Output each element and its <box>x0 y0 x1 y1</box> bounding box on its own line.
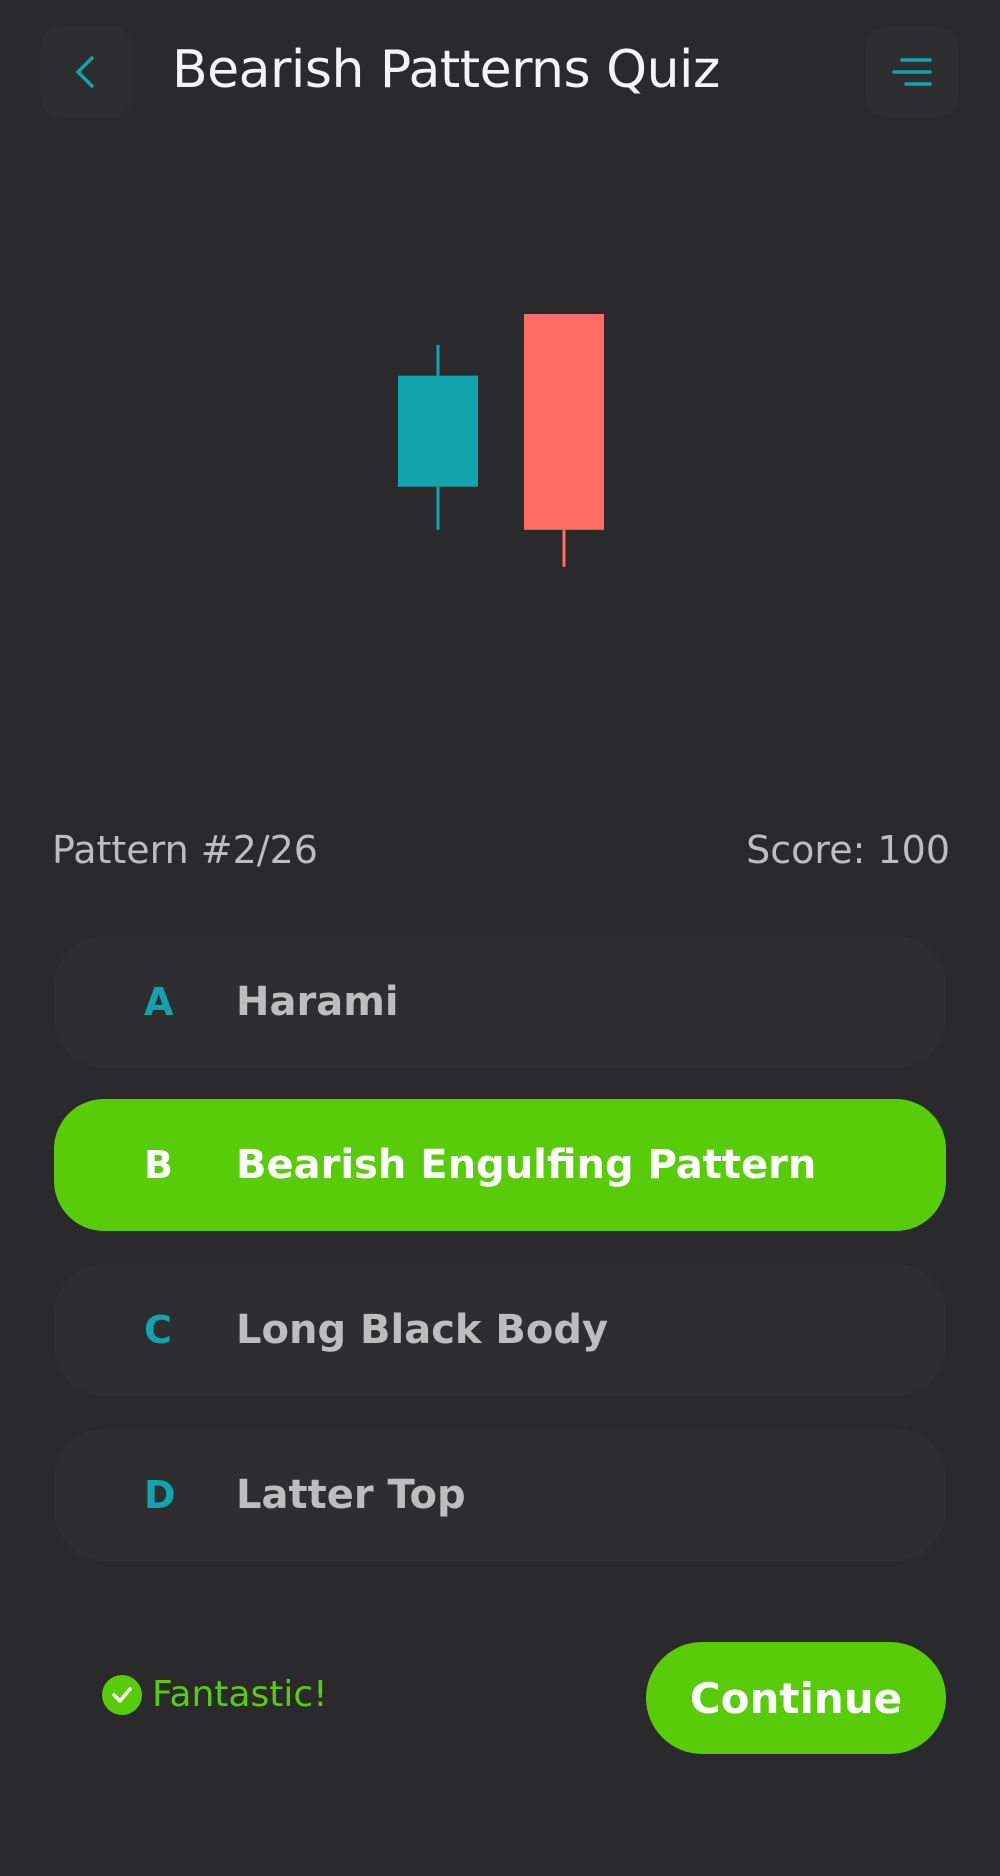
pattern-chart <box>0 150 1000 800</box>
option-letter: C <box>144 1308 172 1352</box>
continue-button[interactable]: Continue <box>646 1642 946 1754</box>
check-circle-icon <box>102 1674 142 1715</box>
score-label: Score: 100 <box>746 828 950 872</box>
top-bar: Bearish Patterns Quiz <box>0 0 1000 150</box>
option-text: Harami <box>236 979 399 1025</box>
feedback-text: Fantastic! <box>152 1674 328 1715</box>
option-letter: A <box>144 980 174 1024</box>
page-title: Bearish Patterns Quiz <box>172 40 720 100</box>
back-button[interactable] <box>40 26 132 118</box>
option-text: Long Black Body <box>236 1307 609 1353</box>
menu-button[interactable] <box>866 26 958 118</box>
candlestick-chart <box>398 314 604 567</box>
option-b-button[interactable]: B Bearish Engulfing Pattern <box>54 1099 946 1231</box>
option-a-button[interactable]: A Harami <box>54 936 946 1068</box>
menu-icon <box>892 58 932 86</box>
bearish-candle-body <box>524 314 604 530</box>
option-d-button[interactable]: D Latter Top <box>54 1429 946 1561</box>
option-text: Latter Top <box>236 1472 466 1518</box>
feedback-message: Fantastic! <box>102 1674 328 1715</box>
option-text: Bearish Engulfing Pattern <box>236 1142 817 1188</box>
option-c-button[interactable]: C Long Black Body <box>54 1264 946 1396</box>
bullish-candle-body <box>398 375 478 487</box>
option-letter: D <box>144 1473 176 1517</box>
chevron-left-icon <box>76 56 94 88</box>
pattern-counter: Pattern #2/26 <box>52 828 318 872</box>
status-row: Pattern #2/26 Score: 100 <box>52 822 950 882</box>
option-letter: B <box>144 1143 173 1187</box>
